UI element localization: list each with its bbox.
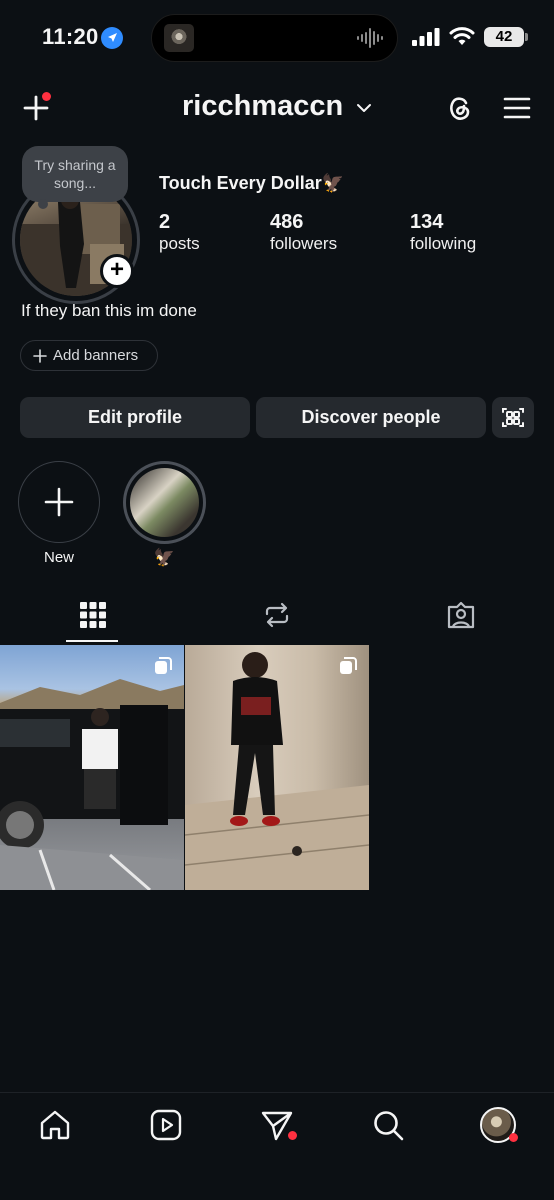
stat-value: 486 [270,211,304,233]
profile-username[interactable]: ricchmaccn [182,90,343,123]
carousel-icon [340,657,357,674]
stat-posts[interactable]: 2 posts [159,211,200,254]
edit-profile-button[interactable]: Edit profile [20,397,250,438]
carousel-icon [155,657,172,674]
note-bubble-tail [38,199,48,209]
status-time: 11:20 [42,24,99,49]
post-photo [0,679,184,890]
reels-icon[interactable] [149,1108,183,1142]
battery-icon: 42 [484,27,524,47]
stat-followers[interactable]: 486 followers [270,211,337,254]
add-banners-button[interactable]: Add banners [20,340,158,371]
messages-notification-dot [288,1131,297,1140]
stat-label: posts [159,234,200,253]
cellular-signal-icon [412,28,440,46]
stat-value: 134 [410,211,444,233]
search-icon[interactable] [371,1108,405,1142]
note-bubble[interactable]: Try sharing a song... [22,146,128,202]
grid-icon[interactable] [78,600,108,630]
stat-value: 2 [159,211,171,233]
plus-icon [44,487,73,516]
post-photo [185,652,369,890]
qr-scan-icon [502,408,524,427]
stat-label: followers [270,234,338,253]
battery-cap [525,33,528,41]
reposts-icon[interactable] [262,600,292,630]
hamburger-menu-icon[interactable] [502,94,532,122]
discover-people-button[interactable]: Discover people [256,397,486,438]
new-highlight-button[interactable] [18,461,100,543]
profile-bio: If they ban this im done [21,301,197,320]
waveform-icon [357,28,383,48]
add-story-plus-icon[interactable]: + [100,254,134,288]
threads-icon[interactable] [444,92,476,124]
home-icon[interactable] [38,1108,72,1142]
wifi-icon [449,27,475,45]
tagged-icon[interactable] [446,600,476,630]
active-tab-indicator [66,640,118,642]
display-name: Touch Every Dollar🦅 [159,173,345,193]
stat-following[interactable]: 134 following [410,211,476,254]
location-arrow-icon [101,27,123,49]
plus-icon [33,348,47,363]
notification-dot [42,92,51,101]
profile-notification-dot [509,1133,518,1142]
highlight-thumbnail[interactable] [130,468,199,537]
highlight-label: 🦅 [153,548,176,567]
qr-code-button[interactable] [492,397,534,438]
add-banners-label: Add banners [53,347,139,364]
new-highlight-label: New [43,549,74,566]
album-art-icon [164,24,194,52]
post-thumbnail[interactable] [185,645,369,890]
stat-label: following [410,234,477,253]
post-thumbnail[interactable] [0,645,184,890]
chevron-down-icon[interactable] [356,102,372,114]
